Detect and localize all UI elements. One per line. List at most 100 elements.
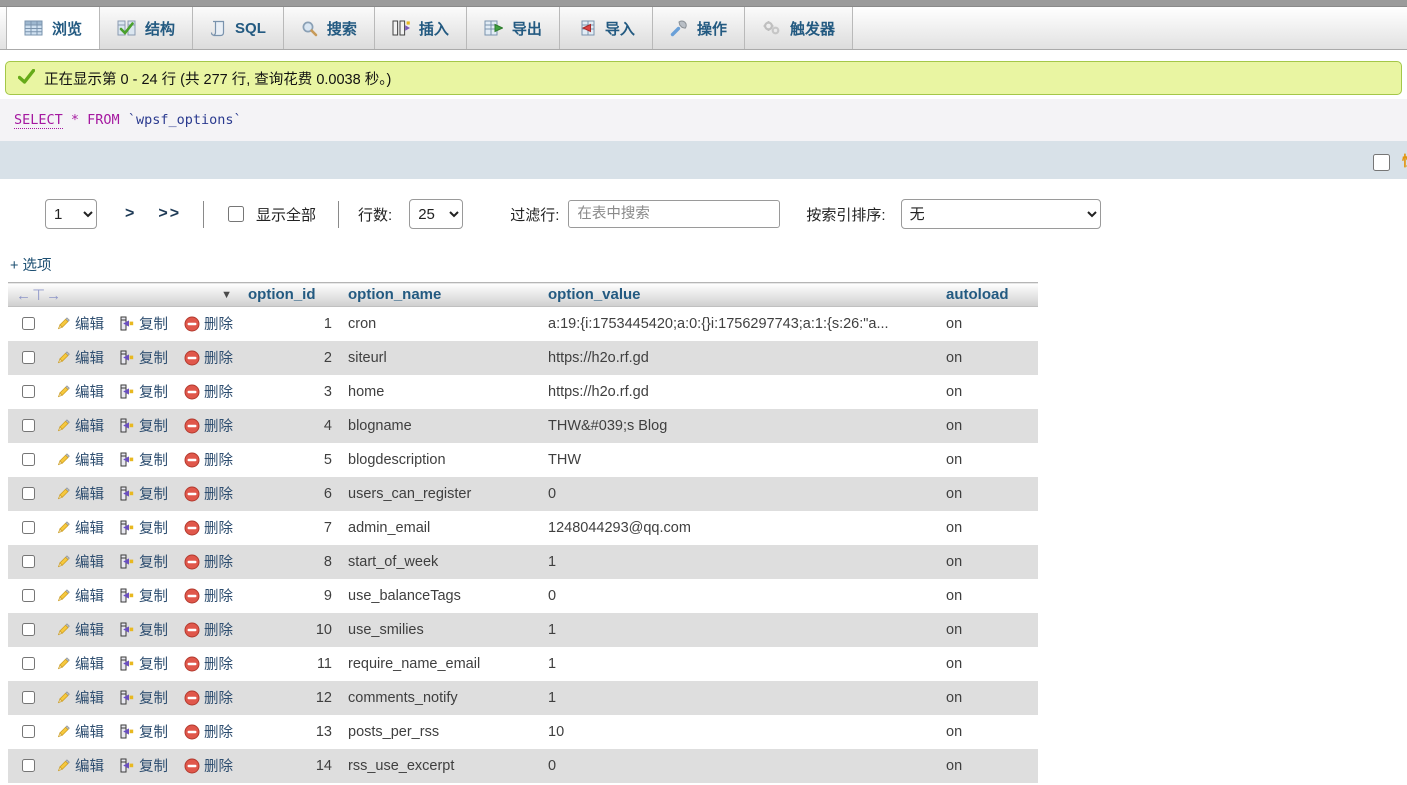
cell-autoload[interactable]: on — [938, 477, 1038, 511]
row-select-checkbox[interactable] — [22, 316, 35, 331]
copy-row-link[interactable]: 复制 — [120, 347, 168, 368]
edit-row-link[interactable]: 编辑 — [55, 619, 104, 640]
copy-row-link[interactable]: 复制 — [120, 653, 168, 674]
edit-row-link[interactable]: 编辑 — [55, 313, 104, 334]
cell-autoload[interactable]: on — [938, 341, 1038, 375]
delete-row-link[interactable]: 删除 — [184, 687, 233, 708]
filter-search-input[interactable] — [568, 200, 780, 228]
delete-row-link[interactable]: 删除 — [184, 381, 233, 402]
cell-autoload[interactable]: on — [938, 579, 1038, 613]
column-header-autoload[interactable]: autoload — [938, 283, 1038, 307]
cell-autoload[interactable]: on — [938, 409, 1038, 443]
cell-option-value[interactable]: a:19:{i:1753445420;a:0:{}i:1756297743;a:… — [540, 307, 938, 341]
last-page-link[interactable]: >> — [158, 205, 181, 223]
copy-row-link[interactable]: 复制 — [120, 517, 168, 538]
edit-row-link[interactable]: 编辑 — [55, 517, 104, 538]
cell-option-value[interactable]: 1 — [540, 545, 938, 579]
cell-autoload[interactable]: on — [938, 647, 1038, 681]
edit-row-link[interactable]: 编辑 — [55, 347, 104, 368]
cell-option-name[interactable]: cron — [340, 307, 540, 341]
row-select-checkbox[interactable] — [22, 622, 35, 637]
cell-autoload[interactable]: on — [938, 545, 1038, 579]
cell-autoload[interactable]: on — [938, 443, 1038, 477]
tab-search[interactable]: 搜索 — [284, 7, 375, 49]
edit-row-link[interactable]: 编辑 — [55, 687, 104, 708]
delete-row-link[interactable]: 删除 — [184, 483, 233, 504]
row-select-checkbox[interactable] — [22, 418, 35, 433]
copy-row-link[interactable]: 复制 — [120, 313, 168, 334]
cell-option-name[interactable]: use_smilies — [340, 613, 540, 647]
cell-autoload[interactable]: on — [938, 613, 1038, 647]
cell-option-value[interactable]: https://h2o.rf.gd — [540, 341, 938, 375]
tab-structure[interactable]: 结构 — [100, 7, 193, 49]
cell-option-value[interactable]: 1248044293@qq.com — [540, 511, 938, 545]
row-select-checkbox[interactable] — [22, 452, 35, 467]
tab-insert[interactable]: 插入 — [375, 7, 467, 49]
cell-option-name[interactable]: require_name_email — [340, 647, 540, 681]
cell-option-value[interactable]: 1 — [540, 681, 938, 715]
cell-option-name[interactable]: home — [340, 375, 540, 409]
copy-row-link[interactable]: 复制 — [120, 551, 168, 572]
copy-row-link[interactable]: 复制 — [120, 381, 168, 402]
edit-row-link[interactable]: 编辑 — [55, 585, 104, 606]
delete-row-link[interactable]: 删除 — [184, 653, 233, 674]
edit-row-link[interactable]: 编辑 — [55, 755, 104, 776]
sort-by-key-select[interactable]: 无 — [901, 199, 1101, 229]
edit-row-link[interactable]: 编辑 — [55, 721, 104, 742]
cell-option-name[interactable]: start_of_week — [340, 545, 540, 579]
cell-option-value[interactable]: 1 — [540, 647, 938, 681]
edit-row-link[interactable]: 编辑 — [55, 653, 104, 674]
rows-count-select[interactable]: 25 — [409, 199, 463, 229]
cell-autoload[interactable]: on — [938, 681, 1038, 715]
tab-operations[interactable]: 操作 — [653, 7, 745, 49]
delete-row-link[interactable]: 删除 — [184, 313, 233, 334]
options-toggle-link[interactable]: + 选项 — [10, 254, 52, 275]
delete-row-link[interactable]: 删除 — [184, 517, 233, 538]
edit-row-link[interactable]: 编辑 — [55, 483, 104, 504]
row-select-checkbox[interactable] — [22, 554, 35, 569]
cell-option-name[interactable]: comments_notify — [340, 681, 540, 715]
cell-autoload[interactable]: on — [938, 511, 1038, 545]
cell-option-value[interactable]: 10 — [540, 715, 938, 749]
copy-row-link[interactable]: 复制 — [120, 721, 168, 742]
page-number-select[interactable]: 1 — [45, 199, 97, 229]
tab-triggers[interactable]: 触发器 — [745, 7, 853, 49]
sql-keyword-select[interactable]: SELECT — [14, 112, 63, 129]
row-select-checkbox[interactable] — [22, 724, 35, 739]
cell-option-value[interactable]: THW — [540, 443, 938, 477]
copy-row-link[interactable]: 复制 — [120, 755, 168, 776]
cell-option-name[interactable]: posts_per_rss — [340, 715, 540, 749]
edit-row-link[interactable]: 编辑 — [55, 381, 104, 402]
cell-option-value[interactable]: 0 — [540, 579, 938, 613]
copy-row-link[interactable]: 复制 — [120, 415, 168, 436]
copy-row-link[interactable]: 复制 — [120, 585, 168, 606]
cell-autoload[interactable]: on — [938, 749, 1038, 783]
cell-option-value[interactable]: 0 — [540, 477, 938, 511]
row-select-checkbox[interactable] — [22, 350, 35, 365]
copy-row-link[interactable]: 复制 — [120, 687, 168, 708]
cell-autoload[interactable]: on — [938, 375, 1038, 409]
delete-row-link[interactable]: 删除 — [184, 585, 233, 606]
cell-autoload[interactable]: on — [938, 715, 1038, 749]
column-header-option-name[interactable]: option_name — [340, 283, 540, 307]
row-select-checkbox[interactable] — [22, 758, 35, 773]
cell-option-value[interactable]: 0 — [540, 749, 938, 783]
column-move-arrows-icon[interactable]: ←⊤→ — [16, 286, 62, 304]
copy-row-link[interactable]: 复制 — [120, 483, 168, 504]
tab-sql[interactable]: SQL — [193, 7, 284, 49]
show-all-checkbox[interactable] — [228, 206, 244, 222]
cell-option-name[interactable]: rss_use_excerpt — [340, 749, 540, 783]
delete-row-link[interactable]: 删除 — [184, 755, 233, 776]
copy-row-link[interactable]: 复制 — [120, 449, 168, 470]
profiling-checkbox[interactable] — [1373, 154, 1390, 171]
cell-option-name[interactable]: blogname — [340, 409, 540, 443]
delete-row-link[interactable]: 删除 — [184, 551, 233, 572]
row-select-checkbox[interactable] — [22, 486, 35, 501]
cell-option-name[interactable]: users_can_register — [340, 477, 540, 511]
next-page-link[interactable]: > — [125, 205, 136, 223]
edit-row-link[interactable]: 编辑 — [55, 551, 104, 572]
cell-option-name[interactable]: admin_email — [340, 511, 540, 545]
edit-row-link[interactable]: 编辑 — [55, 415, 104, 436]
cell-option-name[interactable]: use_balanceTags — [340, 579, 540, 613]
delete-row-link[interactable]: 删除 — [184, 449, 233, 470]
